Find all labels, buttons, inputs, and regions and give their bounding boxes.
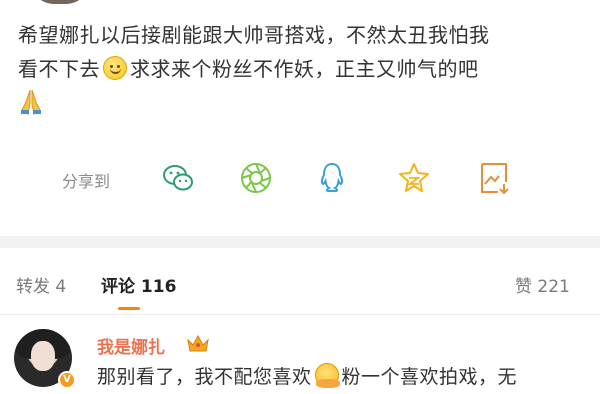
qzone-star-icon[interactable] [396, 160, 432, 196]
comment-item: V 我是娜扎 那别看了，我不配您喜欢 粉一个喜欢拍戏，无 [0, 315, 600, 394]
post-line-2b: 求求来个粉丝不作妖，正主又帅气的吧 [130, 57, 479, 81]
tab-likes[interactable]: 赞 221 [515, 272, 570, 297]
hug-emoji-icon [314, 363, 340, 388]
share-label: 分享到 [62, 172, 111, 191]
tab-comments[interactable]: 评论 116 [101, 272, 176, 297]
section-divider [0, 236, 600, 248]
share-row: 分享到 [0, 158, 600, 202]
save-image-icon[interactable] [476, 160, 512, 196]
tab-repost[interactable]: 转发 4 [16, 272, 66, 297]
post-tabs: 转发 4 评论 116 赞 221 [0, 248, 600, 315]
post-line-1: 希望娜扎以后接剧能跟大帅哥搭戏，不然太丑我怕我 [18, 23, 490, 47]
moments-icon[interactable] [238, 160, 274, 196]
post-line-2a: 看不下去 [18, 57, 100, 81]
verified-v-icon: V [58, 371, 76, 389]
comment-author-name[interactable]: 我是娜扎 [97, 333, 165, 358]
comment-text-a: 那别看了，我不配您喜欢 [97, 366, 312, 388]
post-text: 希望娜扎以后接剧能跟大帅哥搭戏，不然太丑我怕我 看不下去 求求来个粉丝不作妖，正主… [18, 18, 588, 116]
active-tab-indicator [118, 307, 140, 310]
smile-emoji-icon [103, 56, 127, 80]
previous-post-image-edge [30, 0, 90, 4]
comment-text: 那别看了，我不配您喜欢 粉一个喜欢拍戏，无 [97, 362, 517, 389]
comment-text-b: 粉一个喜欢拍戏，无 [341, 366, 518, 388]
crown-icon [187, 334, 209, 352]
wechat-icon[interactable] [160, 160, 196, 196]
pray-emoji-icon [21, 89, 41, 115]
post-line-2: 看不下去 求求来个粉丝不作妖，正主又帅气的吧 [18, 52, 588, 86]
qq-icon[interactable] [314, 160, 350, 196]
